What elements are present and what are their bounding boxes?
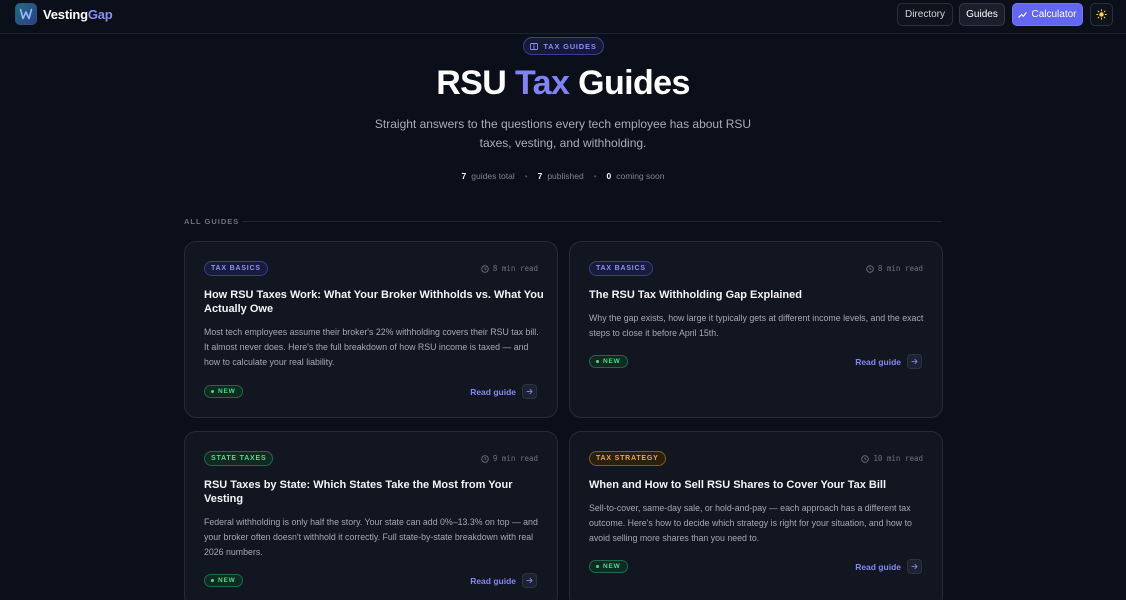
stat-coming-soon: 0 coming soon: [607, 171, 665, 181]
book-icon: [530, 42, 539, 50]
read-time: 10 min read: [861, 454, 923, 463]
arrow-right-icon: [907, 354, 922, 369]
stat-published-number: 7: [537, 171, 543, 181]
title-accent: Tax: [515, 64, 570, 102]
stat-total-number: 7: [461, 171, 467, 181]
new-badge: NEW: [589, 560, 628, 573]
page-subtitle: Straight answers to the questions every …: [374, 117, 752, 150]
new-dot-icon: [211, 390, 214, 393]
nav-calculator-button[interactable]: Calculator: [1012, 3, 1083, 26]
stat-coming-number: 0: [606, 171, 612, 181]
theme-toggle-button[interactable]: [1090, 3, 1113, 26]
arrow-right-icon: [907, 559, 922, 574]
title-part-1: RSU: [436, 64, 516, 102]
card-description: Sell-to-cover, same-day sale, or hold-an…: [589, 503, 912, 543]
guide-stats: 7 guides total • 7 published • 0 coming soo…: [0, 171, 1126, 181]
new-badge-label: NEW: [218, 388, 236, 395]
clock-icon: [481, 454, 489, 463]
brand-part-2: Gap: [87, 7, 113, 22]
read-time-label: 8 min read: [492, 264, 538, 273]
hero-pill-label: TAX GUIDES: [543, 41, 597, 51]
sun-icon: [1096, 9, 1107, 20]
new-badge-label: NEW: [218, 577, 236, 584]
category-tag: TAX BASICS: [589, 261, 653, 276]
read-guide-label: Read guide: [855, 356, 901, 367]
clock-icon: [481, 264, 489, 273]
nav-calculator-label: Calculator: [1031, 9, 1077, 20]
stat-coming-label: coming soon: [616, 171, 665, 181]
stat-published: 7 published: [538, 171, 584, 181]
read-guide-label: Read guide: [470, 575, 516, 586]
nav-directory-button[interactable]: Directory: [897, 3, 953, 26]
read-time-label: 9 min read: [492, 454, 538, 463]
category-tag: TAX BASICS: [204, 261, 268, 276]
card-description: Federal withholding is only half the sto…: [204, 517, 538, 557]
new-dot-icon: [596, 360, 599, 363]
card-description: Why the gap exists, how large it typical…: [589, 313, 924, 338]
brand-name[interactable]: VestingGap: [43, 7, 113, 22]
brand-part-1: Vesting: [43, 7, 88, 22]
read-guide-link[interactable]: Read guide: [855, 559, 922, 574]
section-divider: [242, 221, 942, 222]
new-dot-icon: [211, 579, 214, 582]
section-label: ALL GUIDES: [184, 217, 240, 226]
title-part-2: Guides: [569, 64, 690, 102]
guide-card[interactable]: TAX BASICS 8 min read The RSU Tax Withho…: [569, 241, 943, 418]
new-badge: NEW: [589, 355, 628, 368]
guide-card[interactable]: STATE TAXES 9 min read RSU Taxes by Stat…: [184, 431, 558, 600]
logo-w-icon[interactable]: [15, 3, 37, 25]
hero-pill-badge: TAX GUIDES: [523, 37, 604, 55]
card-description: Most tech employees assume their broker'…: [204, 327, 539, 367]
card-title[interactable]: How RSU Taxes Work: What Your Broker Wit…: [204, 288, 544, 316]
guide-card[interactable]: TAX STRATEGY 10 min read When and How to…: [569, 431, 943, 600]
card-title[interactable]: RSU Taxes by State: Which States Take th…: [204, 478, 544, 506]
chart-icon: [1018, 12, 1028, 18]
clock-icon: [866, 264, 874, 273]
read-guide-link[interactable]: Read guide: [470, 384, 537, 399]
read-guide-label: Read guide: [470, 386, 516, 397]
read-time: 8 min read: [481, 264, 538, 273]
category-tag: STATE TAXES: [204, 451, 274, 466]
stat-total-label: guides total: [471, 171, 515, 181]
nav-guides-button[interactable]: Guides: [959, 3, 1005, 26]
guide-card[interactable]: TAX BASICS 8 min read How RSU Taxes Work…: [184, 241, 558, 418]
card-title[interactable]: When and How to Sell RSU Shares to Cover…: [589, 478, 929, 492]
clock-icon: [861, 454, 870, 463]
read-time-label: 8 min read: [877, 264, 923, 273]
read-guide-link[interactable]: Read guide: [470, 573, 537, 588]
stat-separator: •: [524, 171, 528, 181]
read-time: 8 min read: [866, 264, 923, 273]
read-time-label: 10 min read: [873, 454, 923, 463]
new-badge-label: NEW: [603, 563, 621, 570]
new-dot-icon: [596, 565, 599, 568]
new-badge-label: NEW: [603, 358, 621, 365]
arrow-right-icon: [522, 573, 537, 588]
arrow-right-icon: [522, 384, 537, 399]
page-title: RSU Tax Guides: [0, 64, 1126, 103]
card-title[interactable]: The RSU Tax Withholding Gap Explained: [589, 288, 929, 302]
new-badge: NEW: [204, 385, 243, 398]
read-time: 9 min read: [481, 454, 538, 463]
stat-published-label: published: [547, 171, 584, 181]
read-guide-link[interactable]: Read guide: [855, 354, 922, 369]
category-tag: TAX STRATEGY: [589, 451, 666, 466]
stat-total: 7 guides total: [462, 171, 515, 181]
read-guide-label: Read guide: [855, 561, 901, 572]
new-badge: NEW: [204, 574, 243, 587]
top-navbar: VestingGap Directory Guides Calculator: [0, 0, 1126, 34]
stat-separator: •: [593, 171, 597, 181]
